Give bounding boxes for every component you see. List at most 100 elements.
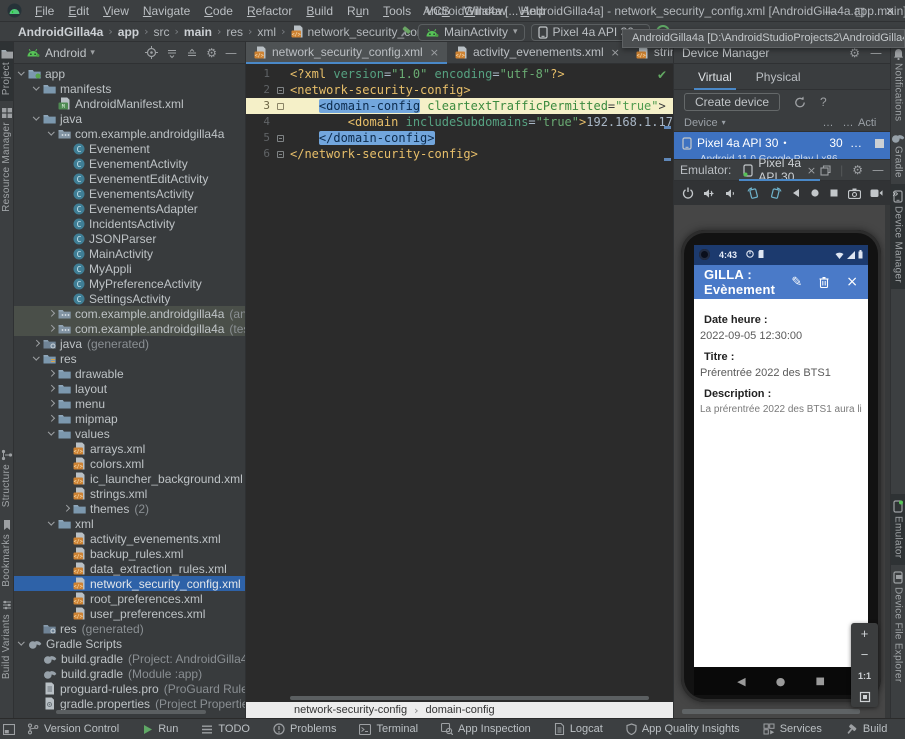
statusbar-run[interactable]: Run — [142, 723, 178, 735]
tree-item-values[interactable]: values — [14, 426, 245, 441]
tree-item-layout[interactable]: layout — [14, 381, 245, 396]
tab-physical[interactable]: Physical — [746, 64, 811, 90]
tree-item-build-gradle[interactable]: build.gradle(Project: AndroidGilla4a) — [14, 651, 245, 666]
window-restore-icon[interactable] — [820, 165, 831, 176]
emulator-more-icon[interactable]: » — [892, 187, 899, 200]
statusbar-terminal[interactable]: Terminal — [359, 723, 418, 735]
build-hammer-icon[interactable] — [398, 25, 412, 39]
tree-item-evenement[interactable]: CEvenement — [14, 141, 245, 156]
tool-strip-gradle[interactable]: Gradle — [891, 127, 905, 184]
code-line-4[interactable]: 4 <domain includeSubdomains="true">192.1… — [246, 114, 673, 130]
locate-icon[interactable] — [145, 46, 158, 59]
emulator-tab[interactable]: Pixel 4a API 30 × — [739, 159, 820, 181]
statusbar-todo[interactable]: TODO — [201, 723, 250, 735]
column-actions[interactable]: Acti — [858, 117, 884, 129]
tree-item-build-gradle[interactable]: build.gradle(Module :app) — [14, 666, 245, 681]
back-icon[interactable] — [791, 188, 801, 198]
zoom-in-button[interactable]: + — [851, 623, 878, 644]
volume-down-icon[interactable] — [725, 188, 738, 199]
tree-item-network-security-config-xml[interactable]: </>network_security_config.xml — [14, 576, 245, 591]
close-icon[interactable]: × — [846, 274, 858, 290]
code-line-6[interactable]: 6</network-security-config> — [246, 146, 673, 162]
tree-item-manifests[interactable]: manifests — [14, 81, 245, 96]
nav-crumb[interactable]: res — [226, 25, 243, 39]
menu-refactor[interactable]: Refactor — [240, 0, 299, 22]
tool-strip-device-manager[interactable]: Device Manager — [891, 184, 905, 289]
tree-item-evenementsadapter[interactable]: CEvenementsAdapter — [14, 201, 245, 216]
home-icon[interactable] — [810, 188, 820, 198]
tree-item-com-example-androidgilla4a[interactable]: com.example.androidgilla4a — [14, 126, 245, 141]
nav-overview-icon[interactable]: ■ — [815, 676, 824, 687]
collapse-all-icon[interactable] — [186, 47, 198, 59]
statusbar-problems[interactable]: Problems — [273, 723, 336, 735]
volume-up-icon[interactable] — [703, 188, 716, 199]
power-icon[interactable] — [682, 187, 694, 199]
close-icon[interactable]: × — [807, 164, 816, 177]
tree-item-backup-rules-xml[interactable]: </>backup_rules.xml — [14, 546, 245, 561]
rotate-left-icon[interactable] — [747, 187, 760, 199]
emulator-hscrollbar[interactable] — [682, 709, 860, 714]
emulator-vscrollbar[interactable] — [885, 205, 890, 718]
screenshot-icon[interactable] — [848, 188, 861, 199]
tool-strip-resource-manager[interactable]: Resource Manager — [0, 101, 13, 218]
tool-strip-project[interactable]: Project — [0, 42, 13, 101]
tree-item-root-preferences-xml[interactable]: </>root_preferences.xml — [14, 591, 245, 606]
tool-strip-structure[interactable]: Structure — [0, 443, 13, 513]
column-device[interactable]: Device — [684, 117, 718, 129]
edit-pencil-icon[interactable]: ✎ — [791, 275, 802, 290]
statusbar-logcat[interactable]: Logcat — [554, 723, 603, 735]
column-api[interactable]: … — [818, 117, 838, 129]
tool-strip-notifications[interactable]: Notifications — [891, 42, 905, 127]
zoom-fit-button[interactable] — [851, 686, 878, 707]
tab-virtual[interactable]: Virtual — [688, 64, 742, 90]
statusbar-build[interactable]: Build — [845, 723, 887, 736]
code-editor[interactable]: ✔ 1<?xml version="1.0" encoding="utf-8"?… — [246, 64, 673, 694]
emulator-viewport[interactable]: 4:43 GILLA : Evènement — [674, 205, 890, 718]
editor-tab-network-security-config-xml[interactable]: </>network_security_config.xml× — [246, 41, 447, 63]
tree-item-myappli[interactable]: CMyAppli — [14, 261, 245, 276]
device-more[interactable]: … — [846, 136, 866, 150]
menu-view[interactable]: View — [96, 0, 136, 22]
expand-all-icon[interactable] — [166, 47, 178, 59]
help-icon[interactable]: ? — [820, 95, 827, 109]
menu-file[interactable]: File — [28, 0, 61, 22]
nav-home-icon[interactable]: ● — [776, 675, 786, 688]
run-configuration-select[interactable]: MainActivity ▾ — [418, 24, 525, 41]
hide-icon[interactable]: — — [872, 163, 884, 177]
code-line-1[interactable]: 1<?xml version="1.0" encoding="utf-8"?> — [246, 66, 673, 82]
close-icon[interactable]: × — [611, 46, 620, 59]
nav-crumb[interactable]: app — [118, 25, 139, 39]
column-size[interactable]: … — [838, 117, 858, 129]
inspection-ok-icon[interactable]: ✔ — [657, 68, 667, 82]
tree-item-mipmap[interactable]: mipmap — [14, 411, 245, 426]
statusbar-app-inspection[interactable]: App Inspection — [441, 723, 531, 735]
tree-item-com-example-androidgilla4a[interactable]: com.example.androidgilla4a(test) — [14, 321, 245, 336]
tree-item-menu[interactable]: menu — [14, 396, 245, 411]
tree-item-res[interactable]: res(generated) — [14, 621, 245, 636]
tree-item-arrays-xml[interactable]: </>arrays.xml — [14, 441, 245, 456]
nav-back-icon[interactable]: ◀ — [737, 675, 745, 688]
tree-item-ic-launcher-background-xml[interactable]: </>ic_launcher_background.xml — [14, 471, 245, 486]
minimize-button[interactable]: — — [815, 0, 845, 22]
tree-item-com-example-androidgilla4a[interactable]: com.example.androidgilla4a(androidTest) — [14, 306, 245, 321]
rotate-right-icon[interactable] — [769, 187, 782, 199]
tool-strip-build-variants[interactable]: Build Variants — [0, 593, 13, 685]
tree-item-xml[interactable]: xml — [14, 516, 245, 531]
statusbar-services[interactable]: Services — [763, 723, 822, 735]
tool-strip-emulator[interactable]: Emulator — [891, 494, 905, 564]
close-button[interactable]: ✕ — [875, 0, 905, 22]
phone-screen[interactable]: 4:43 GILLA : Evènement — [694, 245, 868, 695]
tree-item-colors-xml[interactable]: </>colors.xml — [14, 456, 245, 471]
breadcrumb-item[interactable]: network-security-config — [294, 704, 407, 716]
tree-item-strings-xml[interactable]: </>strings.xml — [14, 486, 245, 501]
tree-item-androidmanifest-xml[interactable]: MAndroidManifest.xml — [14, 96, 245, 111]
tree-item-evenementactivity[interactable]: CEvenementActivity — [14, 156, 245, 171]
statusbar-app-quality-insights[interactable]: App Quality Insights — [626, 723, 740, 735]
tree-item-incidentsactivity[interactable]: CIncidentsActivity — [14, 216, 245, 231]
tree-item-java[interactable]: java — [14, 111, 245, 126]
tree-item-drawable[interactable]: drawable — [14, 366, 245, 381]
menu-code[interactable]: Code — [197, 0, 240, 22]
device-action-stop-icon[interactable] — [875, 139, 884, 148]
hide-icon[interactable]: — — [225, 46, 237, 60]
nav-crumb[interactable]: src — [154, 25, 170, 39]
